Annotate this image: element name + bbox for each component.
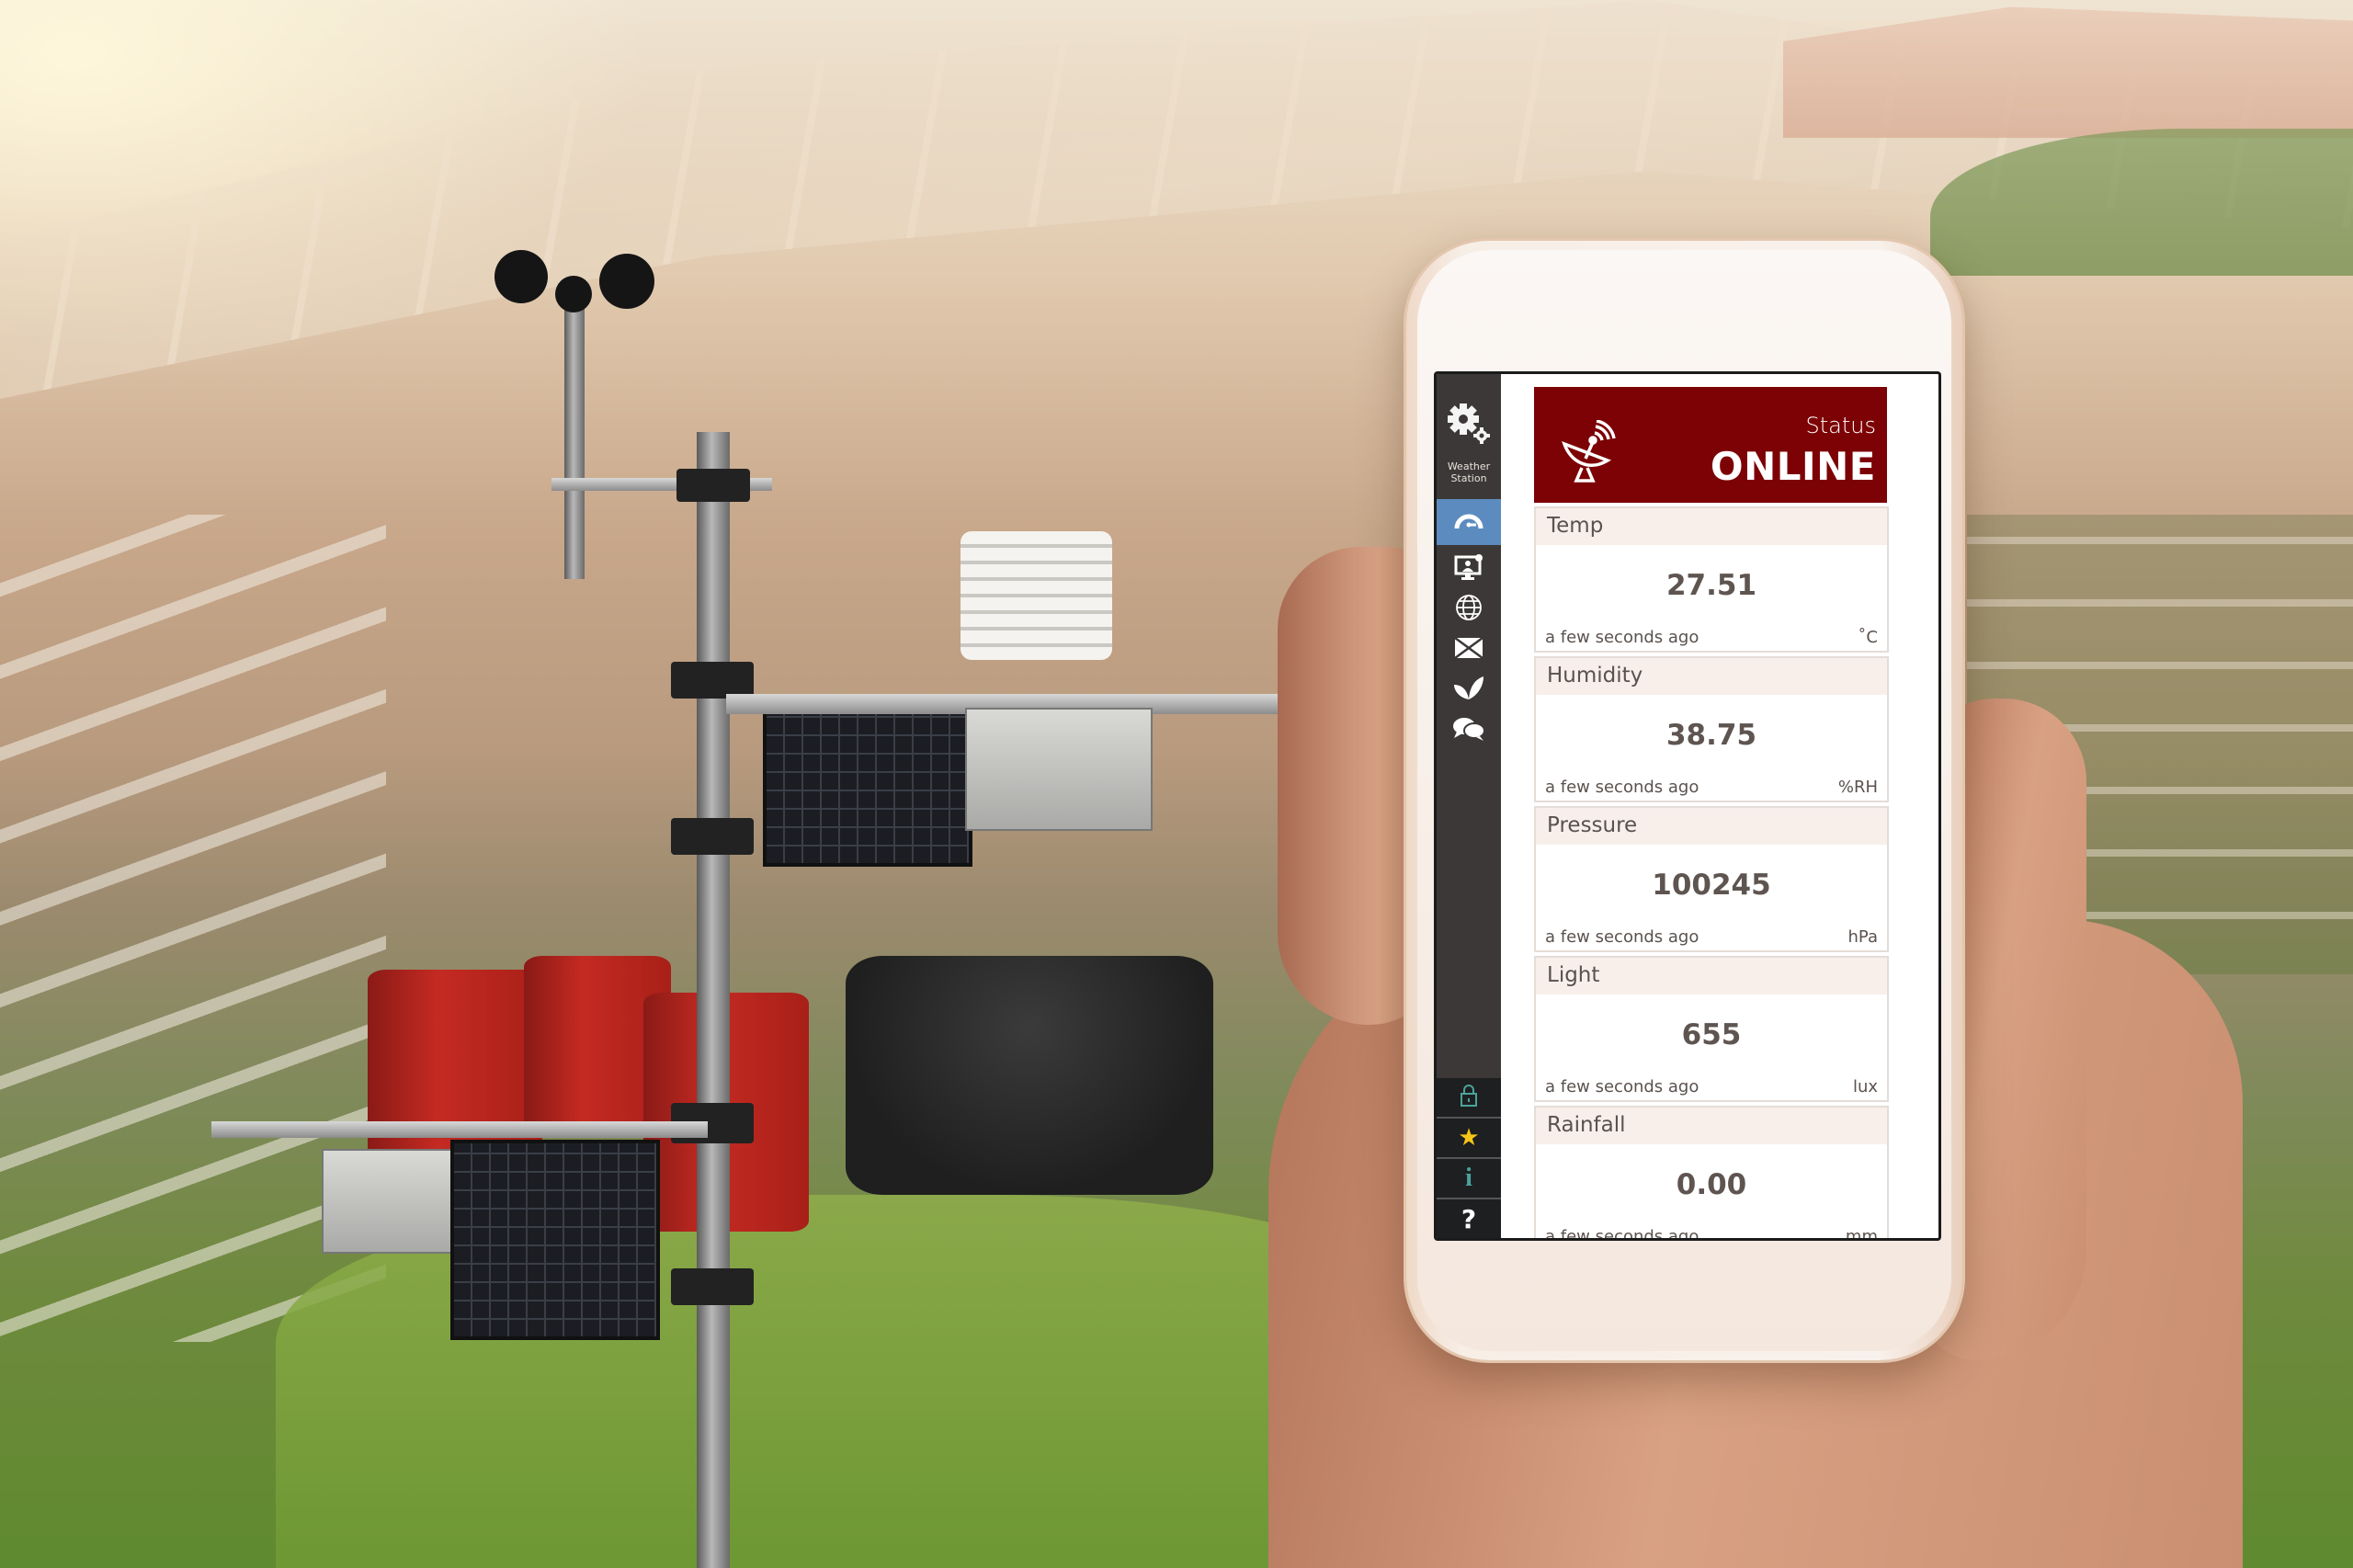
- dashboard-content: Status ONLINE Temp 27.51 a few seconds a…: [1501, 374, 1938, 1238]
- lock-icon: [1460, 1084, 1478, 1111]
- sensor-card-rainfall[interactable]: Rainfall 0.00 a few seconds ago mm: [1534, 1106, 1889, 1241]
- sensor-name: Light: [1536, 958, 1887, 994]
- sidebar-item-monitor[interactable]: [1437, 549, 1501, 589]
- monitor-user-icon: [1454, 553, 1483, 585]
- sensor-updated: a few seconds ago: [1545, 628, 1699, 647]
- pole-bracket: [671, 662, 754, 699]
- satellite-dish-icon: [1562, 419, 1617, 488]
- sensor-name: Pressure: [1536, 808, 1887, 845]
- sensor-value: 655: [1681, 1018, 1742, 1051]
- sensor-card-temp[interactable]: Temp 27.51 a few seconds ago ˚C: [1534, 506, 1889, 653]
- sidebar-item-chat[interactable]: [1437, 710, 1501, 751]
- info-icon: i: [1465, 1164, 1472, 1192]
- mail-icon: [1454, 636, 1483, 663]
- sensor-updated: a few seconds ago: [1545, 1077, 1699, 1096]
- sidebar-item-favorites[interactable]: ★: [1437, 1117, 1501, 1157]
- sensor-unit: %RH: [1837, 778, 1878, 797]
- sensor-name: Rainfall: [1536, 1108, 1887, 1144]
- radiation-shield: [961, 531, 1112, 660]
- sensor-junction-box: [965, 708, 1153, 831]
- sensor-value: 27.51: [1665, 569, 1757, 602]
- globe-icon: [1455, 594, 1483, 625]
- sidebar-item-web[interactable]: [1437, 589, 1501, 630]
- phone-screen: Weather Station ★ i ? Status ONLINE Temp…: [1434, 371, 1941, 1241]
- sensor-unit: ˚C: [1858, 628, 1878, 647]
- sensor-updated: a few seconds ago: [1545, 1227, 1699, 1241]
- sidebar-item-info[interactable]: i: [1437, 1157, 1501, 1198]
- lower-arm: [211, 1121, 708, 1138]
- anemometer-cup: [555, 276, 592, 312]
- sensor-name: Temp: [1536, 508, 1887, 545]
- sidebar-item-lock[interactable]: [1437, 1078, 1501, 1117]
- sidebar-item-help[interactable]: ?: [1437, 1198, 1501, 1238]
- anemometer-cup: [494, 250, 548, 303]
- solar-panel: [763, 694, 972, 867]
- lower-junction-box: [322, 1149, 463, 1254]
- black-water-tank: [846, 956, 1213, 1195]
- sensor-updated: a few seconds ago: [1545, 927, 1699, 947]
- status-value: ONLINE: [1710, 444, 1876, 489]
- sensor-name: Humidity: [1536, 658, 1887, 695]
- pole-bracket: [671, 818, 754, 855]
- sidebar: Weather Station ★ i ?: [1437, 374, 1501, 1238]
- star-icon: ★: [1458, 1124, 1480, 1152]
- sidebar-brand-label: Weather Station: [1447, 460, 1491, 484]
- status-banner: Status ONLINE: [1534, 387, 1887, 503]
- pole-bracket: [676, 469, 750, 502]
- anemometer-mast: [564, 303, 585, 579]
- help-icon: ?: [1461, 1203, 1477, 1234]
- sensor-unit: lux: [1852, 1077, 1878, 1096]
- sensor-value: 100245: [1652, 869, 1771, 902]
- sensor-value: 0.00: [1676, 1168, 1747, 1201]
- sidebar-item-dashboard[interactable]: [1437, 499, 1501, 545]
- sensor-unit: hPa: [1847, 927, 1878, 947]
- sidebar-item-mail[interactable]: [1437, 630, 1501, 670]
- sidebar-brand[interactable]: Weather Station: [1437, 374, 1501, 499]
- sensor-card-pressure[interactable]: Pressure 100245 a few seconds ago hPa: [1534, 806, 1889, 952]
- anemometer-cup: [599, 254, 654, 309]
- leaf-icon: [1453, 676, 1484, 705]
- sensor-unit: mm: [1845, 1227, 1878, 1241]
- sidebar-bottom: ★ i ?: [1437, 1078, 1501, 1238]
- pole-bracket: [671, 1268, 754, 1305]
- sensor-value: 38.75: [1665, 719, 1757, 752]
- status-label: Status: [1805, 413, 1876, 438]
- sensor-card-humidity[interactable]: Humidity 38.75 a few seconds ago %RH: [1534, 656, 1889, 802]
- gauge-icon: [1454, 508, 1483, 536]
- chat-icon: [1452, 717, 1485, 744]
- gears-icon: [1445, 402, 1493, 451]
- lower-solar-panel: [450, 1140, 660, 1340]
- station-pole: [697, 432, 730, 1568]
- sensor-updated: a few seconds ago: [1545, 778, 1699, 797]
- sidebar-item-plants[interactable]: [1437, 670, 1501, 710]
- sensor-card-light[interactable]: Light 655 a few seconds ago lux: [1534, 956, 1889, 1102]
